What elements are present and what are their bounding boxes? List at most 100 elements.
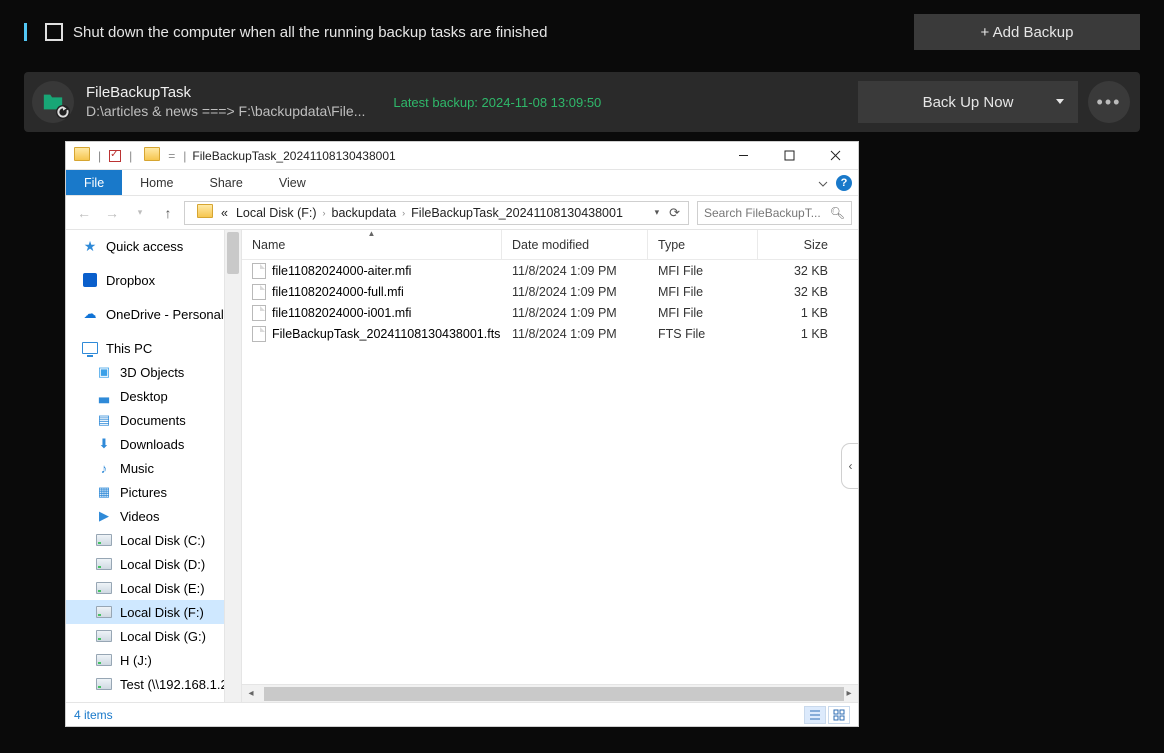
expand-ribbon-handle[interactable]: ‹ <box>841 443 858 489</box>
separator: | <box>129 149 132 163</box>
file-name: file11082024000-i001.mfi <box>272 306 411 320</box>
col-size[interactable]: Size <box>758 230 858 259</box>
tab-home[interactable]: Home <box>122 170 191 195</box>
nav-drive-g[interactable]: Local Disk (G:) <box>66 624 224 648</box>
monitor-icon <box>82 340 98 356</box>
scroll-left-icon[interactable]: ◂ <box>242 688 260 699</box>
view-details-button[interactable] <box>804 706 826 724</box>
nav-quick-access[interactable]: ★Quick access <box>66 234 224 258</box>
folder-icon <box>197 204 213 221</box>
dropbox-icon <box>82 272 98 288</box>
nav-drive-f[interactable]: Local Disk (F:) <box>66 600 224 624</box>
refresh-button[interactable]: ⟳ <box>665 205 684 221</box>
maximize-button[interactable] <box>766 142 812 170</box>
table-row[interactable]: file11082024000-full.mfi11/8/2024 1:09 P… <box>242 281 858 302</box>
file-size: 32 KB <box>758 264 858 278</box>
drive-icon <box>96 652 112 668</box>
col-date[interactable]: Date modified <box>502 230 648 259</box>
folder-icon <box>74 147 90 164</box>
horizontal-scrollbar[interactable]: ◂ ▸ <box>242 684 858 702</box>
close-button[interactable] <box>812 142 858 170</box>
add-backup-button[interactable]: + Add Backup <box>914 14 1140 50</box>
file-type: FTS File <box>648 327 758 341</box>
breadcrumb[interactable]: backupdata <box>328 206 401 220</box>
chevron-down-icon[interactable]: ▾ <box>655 207 660 218</box>
file-date: 11/8/2024 1:09 PM <box>502 264 648 278</box>
nav-up-button[interactable]: ↑ <box>156 201 180 225</box>
sort-asc-icon: ▲ <box>368 230 376 238</box>
nav-drive-h[interactable]: H (J:) <box>66 648 224 672</box>
shutdown-label: Shut down the computer when all the runn… <box>73 24 547 41</box>
downloads-icon: ⬇ <box>96 436 112 452</box>
chevron-right-icon[interactable]: › <box>321 208 328 218</box>
file-date: 11/8/2024 1:09 PM <box>502 306 648 320</box>
nav-videos[interactable]: ▶Videos <box>66 504 224 528</box>
nav-desktop[interactable]: ▃Desktop <box>66 384 224 408</box>
qat-icon[interactable] <box>109 150 121 162</box>
file-type: MFI File <box>648 306 758 320</box>
nav-scrollbar[interactable] <box>224 230 242 702</box>
tab-share[interactable]: Share <box>192 170 261 195</box>
more-button[interactable]: ••• <box>1088 81 1130 123</box>
nav-forward-button[interactable]: → <box>100 201 124 225</box>
nav-back-button[interactable]: ← <box>72 201 96 225</box>
file-icon <box>252 263 266 279</box>
music-icon: ♪ <box>96 460 112 476</box>
table-row[interactable]: FileBackupTask_20241108130438001.fts11/8… <box>242 323 858 344</box>
minimize-button[interactable] <box>720 142 766 170</box>
search-placeholder: Search FileBackupT... <box>704 206 821 220</box>
nav-dropbox[interactable]: Dropbox <box>66 268 224 292</box>
nav-drive-e[interactable]: Local Disk (E:) <box>66 576 224 600</box>
status-bar: 4 items <box>66 702 858 726</box>
nav-documents[interactable]: ▤Documents <box>66 408 224 432</box>
nav-music[interactable]: ♪Music <box>66 456 224 480</box>
help-button[interactable]: ? <box>836 175 852 191</box>
titlebar[interactable]: | | = | FileBackupTask_20241108130438001 <box>66 142 858 170</box>
accent-bar <box>24 23 27 41</box>
drive-icon <box>96 532 112 548</box>
shutdown-checkbox[interactable] <box>45 23 63 41</box>
breadcrumb[interactable]: Local Disk (F:) <box>232 206 321 220</box>
col-type[interactable]: Type <box>648 230 758 259</box>
drive-icon <box>96 604 112 620</box>
sync-badge-icon <box>56 105 70 119</box>
task-name: FileBackupTask <box>86 84 365 103</box>
drive-icon <box>96 628 112 644</box>
navigation-pane[interactable]: ★Quick access Dropbox ☁OneDrive - Person… <box>66 230 224 702</box>
column-headers: Name▲ Date modified Type Size <box>242 230 858 260</box>
backup-now-button[interactable]: Back Up Now <box>858 81 1078 123</box>
nav-pictures[interactable]: ▦Pictures <box>66 480 224 504</box>
nav-drive-d[interactable]: Local Disk (D:) <box>66 552 224 576</box>
nav-recent-icon[interactable]: ▾ <box>128 201 152 225</box>
backup-task-card: FileBackupTask D:\articles & news ===> F… <box>24 72 1140 132</box>
drive-icon <box>96 556 112 572</box>
file-icon <box>252 326 266 342</box>
col-name[interactable]: Name▲ <box>242 230 502 259</box>
tab-file[interactable]: File <box>66 170 122 195</box>
breadcrumb[interactable]: FileBackupTask_20241108130438001 <box>407 206 627 220</box>
file-date: 11/8/2024 1:09 PM <box>502 285 648 299</box>
table-row[interactable]: file11082024000-aiter.mfi11/8/2024 1:09 … <box>242 260 858 281</box>
nav-downloads[interactable]: ⬇Downloads <box>66 432 224 456</box>
folder-icon <box>144 147 160 164</box>
separator: = <box>168 149 175 163</box>
nav-drive-c[interactable]: Local Disk (C:) <box>66 528 224 552</box>
file-list-pane: Name▲ Date modified Type Size file110820… <box>242 230 858 702</box>
file-name: FileBackupTask_20241108130438001.fts <box>272 327 500 341</box>
nav-this-pc[interactable]: This PC <box>66 336 224 360</box>
documents-icon: ▤ <box>96 412 112 428</box>
ribbon-expand-icon[interactable] <box>818 178 828 188</box>
nav-network-test[interactable]: Test (\\192.168.1.2 <box>66 672 224 696</box>
chevron-right-icon[interactable]: › <box>400 208 407 218</box>
nav-3d-objects[interactable]: ▣3D Objects <box>66 360 224 384</box>
view-icons-button[interactable] <box>828 706 850 724</box>
tab-view[interactable]: View <box>261 170 324 195</box>
nav-onedrive[interactable]: ☁OneDrive - Personal <box>66 302 224 326</box>
window-title: FileBackupTask_20241108130438001 <box>192 149 395 163</box>
separator: | <box>98 149 101 163</box>
search-input[interactable]: Search FileBackupT... 🔍︎ <box>697 201 852 225</box>
task-path: D:\articles & news ===> F:\backupdata\Fi… <box>86 103 365 121</box>
table-row[interactable]: file11082024000-i001.mfi 11/8/2024 1:09 P… <box>242 302 858 323</box>
address-bar[interactable]: « Local Disk (F:) › backupdata › FileBac… <box>184 201 689 225</box>
breadcrumb-overflow[interactable]: « <box>217 206 232 220</box>
